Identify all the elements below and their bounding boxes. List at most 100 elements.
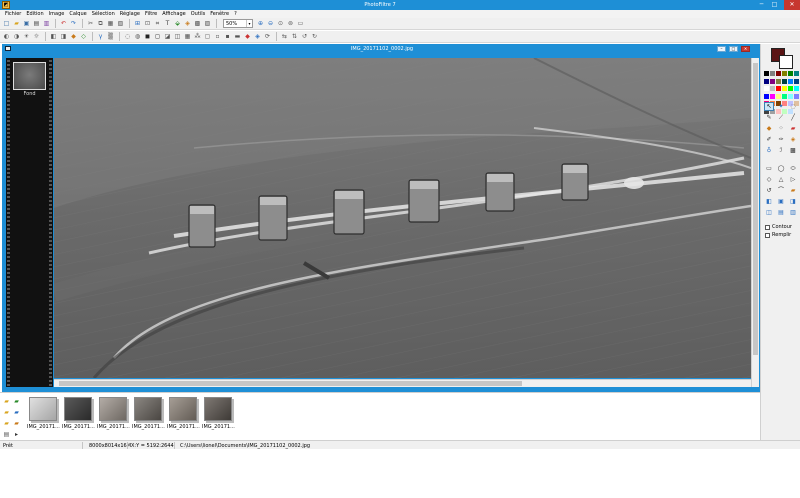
vertical-scrollbar[interactable] xyxy=(751,58,759,387)
doc-maximize-button[interactable]: □ xyxy=(729,46,738,52)
transparency-icon[interactable]: ▪ xyxy=(223,33,232,41)
zoom-out-icon[interactable]: ⊖ xyxy=(266,20,275,28)
redo-icon[interactable]: ↷ xyxy=(69,20,78,28)
gamma-icon[interactable]: γ xyxy=(96,33,105,41)
horizontal-scrollbar[interactable] xyxy=(54,379,751,387)
save-icon[interactable]: ▣ xyxy=(22,20,31,28)
palette-color-swatch[interactable] xyxy=(764,71,769,76)
advanced-brush-icon[interactable]: ✑ xyxy=(776,135,786,144)
print-icon[interactable]: ▤ xyxy=(32,20,41,28)
line-icon[interactable]: ╱ xyxy=(788,113,798,122)
palette-color-swatch[interactable] xyxy=(770,93,775,99)
vertical-scroll-thumb[interactable] xyxy=(753,63,758,355)
sepia-icon[interactable]: ◻ xyxy=(153,33,162,41)
contour-option[interactable]: Contour xyxy=(765,224,792,230)
menu-calque[interactable]: Calque xyxy=(67,10,89,18)
magic-wand-icon[interactable]: ✦ xyxy=(776,102,786,111)
clone-stamp-icon[interactable]: ◈ xyxy=(788,135,798,144)
arrow-right-icon[interactable]: ▸ xyxy=(12,430,21,440)
noise-icon[interactable]: ⁂ xyxy=(193,33,202,41)
menu-outils[interactable]: Outils xyxy=(189,10,208,18)
recent-file-item[interactable]: IMG_20171... xyxy=(97,397,132,430)
recent-file-thumbnail[interactable] xyxy=(64,397,92,421)
remplir-option[interactable]: Remplir xyxy=(765,232,791,238)
palette-color-swatch[interactable] xyxy=(776,71,781,76)
align-right-icon[interactable]: ◨ xyxy=(788,197,798,206)
blur-icon[interactable]: ◌ xyxy=(123,33,132,41)
menu-filtre[interactable]: Filtre xyxy=(143,10,160,18)
palette-color-swatch[interactable] xyxy=(782,71,787,76)
layer-thumbnail-fond[interactable] xyxy=(13,62,46,90)
rounded-rect-shape-icon[interactable]: ⬭ xyxy=(788,164,798,173)
menu-edition[interactable]: Edition xyxy=(24,10,46,18)
brush-icon[interactable]: ✐ xyxy=(764,135,774,144)
menu-help[interactable]: ? xyxy=(232,10,240,18)
cut-icon[interactable]: ✂ xyxy=(86,20,95,28)
flip-vertical-icon[interactable]: ⇅ xyxy=(290,33,299,41)
pointer-tool-icon[interactable]: ↖ xyxy=(764,102,774,111)
pipette-icon[interactable]: ⟋ xyxy=(776,113,786,122)
color-replace-icon[interactable]: ◈ xyxy=(253,33,262,41)
open-shape-icon[interactable]: ▰ xyxy=(788,186,798,195)
align-left-icon[interactable]: ◧ xyxy=(764,197,774,206)
brightness-down-icon[interactable]: ☼ xyxy=(32,33,41,41)
menu-image[interactable]: Image xyxy=(47,10,68,18)
recent-file-thumbnail[interactable] xyxy=(204,397,232,421)
chevron-down-icon[interactable]: ▾ xyxy=(246,20,252,27)
eraser-icon[interactable]: ▰ xyxy=(788,124,798,133)
palette-color-swatch[interactable] xyxy=(776,78,781,84)
gradient-icon[interactable]: ▬ xyxy=(233,33,242,41)
background-color-swatch[interactable] xyxy=(779,55,793,69)
align-center-icon[interactable]: ▣ xyxy=(776,197,786,206)
image-canvas[interactable] xyxy=(54,58,751,378)
lasso-icon[interactable]: ◌ xyxy=(788,102,798,111)
diamond-shape-icon[interactable]: ◇ xyxy=(764,175,774,184)
batch-icon[interactable]: ▨ xyxy=(203,20,212,28)
paste-new-icon[interactable]: ▧ xyxy=(116,20,125,28)
doc-minimize-button[interactable]: – xyxy=(717,46,726,52)
palette-color-swatch[interactable] xyxy=(782,86,787,91)
recent-file-item[interactable]: IMG_20171... xyxy=(167,397,202,430)
maximize-button[interactable]: □ xyxy=(768,0,781,10)
folder-settings-icon[interactable]: ▰ xyxy=(12,419,21,429)
palette-color-swatch[interactable] xyxy=(782,78,787,84)
auto-level-icon[interactable]: ◐ xyxy=(2,33,11,41)
palette-color-swatch[interactable] xyxy=(782,93,787,99)
palette-color-swatch[interactable] xyxy=(764,93,769,99)
pencil-icon[interactable]: ✎ xyxy=(764,113,774,122)
menu-fichier[interactable]: Fichier xyxy=(3,10,24,18)
menu-fenetre[interactable]: Fenêtre xyxy=(208,10,232,18)
recent-file-item[interactable]: IMG_20171... xyxy=(27,397,62,430)
menu-selection[interactable]: Sélection xyxy=(90,10,118,18)
close-button[interactable]: ✕ xyxy=(784,0,800,10)
layer-icon[interactable]: ◈ xyxy=(183,20,192,28)
palette-color-swatch[interactable] xyxy=(788,86,793,91)
remplir-checkbox[interactable] xyxy=(765,232,770,238)
print-status-icon[interactable]: ▤ xyxy=(2,430,11,440)
recent-file-thumbnail[interactable] xyxy=(169,397,197,421)
zoom-select[interactable]: 50% ▾ xyxy=(223,19,253,28)
text-icon[interactable]: T xyxy=(163,20,172,28)
saturation-up-icon[interactable]: ◆ xyxy=(69,33,78,41)
image-size-icon[interactable]: ⊞ xyxy=(133,20,142,28)
recent-file-thumbnail[interactable] xyxy=(134,397,162,421)
recent-file-item[interactable]: IMG_20171... xyxy=(132,397,167,430)
sharpen-icon[interactable]: ◍ xyxy=(133,33,142,41)
pattern-stamp-icon[interactable]: ▩ xyxy=(788,146,798,155)
outline-icon[interactable]: ▢ xyxy=(203,33,212,41)
align-middle-icon[interactable]: ▤ xyxy=(776,208,786,217)
paste-icon[interactable]: ▦ xyxy=(106,20,115,28)
rotate-left-icon[interactable]: ↺ xyxy=(300,33,309,41)
palette-color-swatch[interactable] xyxy=(788,78,793,84)
recent-file-item[interactable]: IMG_20171... xyxy=(62,397,97,430)
palette-color-swatch[interactable] xyxy=(794,78,799,84)
palette-color-swatch[interactable] xyxy=(770,86,775,91)
auto-contrast-icon[interactable]: ◑ xyxy=(12,33,21,41)
menu-affichage[interactable]: Affichage xyxy=(160,10,189,18)
negative-icon[interactable]: ◪ xyxy=(163,33,172,41)
horizontal-scroll-thumb[interactable] xyxy=(59,381,522,386)
palette-color-swatch[interactable] xyxy=(776,93,781,99)
saturation-down-icon[interactable]: ◇ xyxy=(79,33,88,41)
spray-icon[interactable]: ⁘ xyxy=(776,124,786,133)
rotate-icon[interactable]: ⟳ xyxy=(263,33,272,41)
